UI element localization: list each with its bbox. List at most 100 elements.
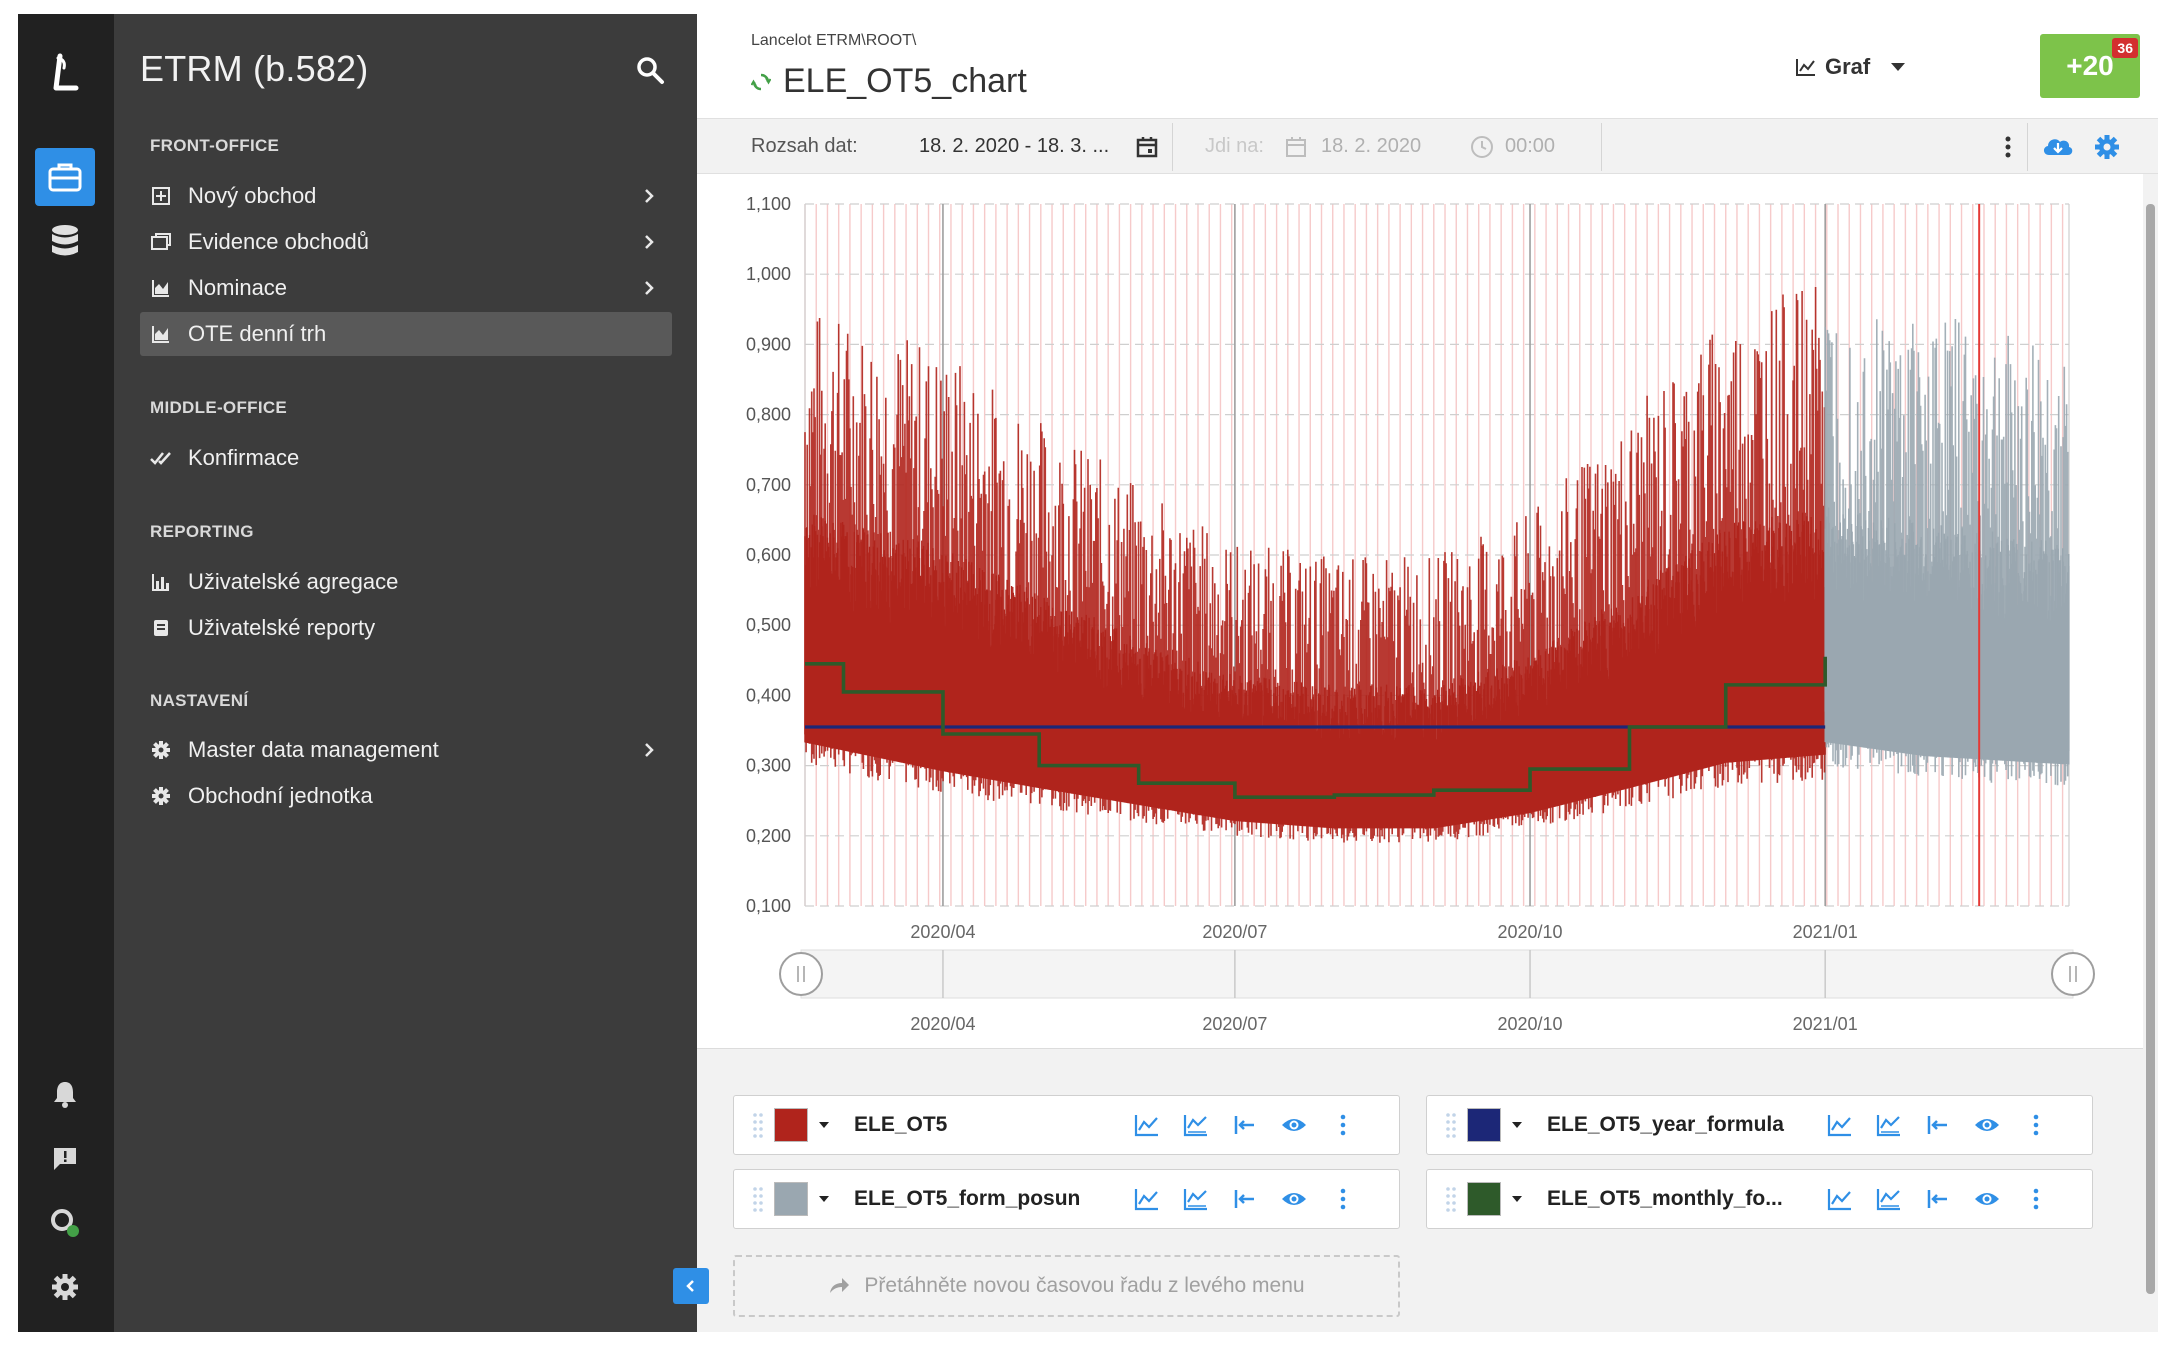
navigator-left-handle[interactable] — [779, 952, 823, 996]
menu-item-ote-denni-trh[interactable]: OTE denní trh — [140, 312, 672, 356]
rail-trading-button[interactable] — [35, 148, 95, 206]
add-series-label: +20 — [2066, 50, 2114, 81]
menu-item-evidence-obchodu[interactable]: Evidence obchodů — [140, 220, 672, 264]
rail-user-status-button[interactable] — [35, 1194, 95, 1252]
eye-icon[interactable] — [1972, 1184, 2002, 1214]
area-chart-icon — [150, 277, 172, 299]
menu-item-nominace[interactable]: Nominace — [140, 266, 672, 310]
gear-icon[interactable] — [2094, 134, 2120, 160]
rail-feedback-button[interactable] — [35, 1130, 95, 1188]
view-select[interactable]: Graf — [1795, 54, 1906, 80]
line-chart-icon[interactable] — [1825, 1184, 1855, 1214]
app-title: ETRM (b.582) — [140, 48, 369, 89]
gear-icon — [150, 739, 172, 761]
range-label: Rozsah dat: — [751, 135, 858, 157]
legend-actions — [1132, 1110, 1377, 1140]
more-vertical-icon[interactable] — [2021, 1110, 2051, 1140]
add-series-button[interactable]: +20 36 — [2040, 34, 2140, 98]
main-panel: Lancelot ETRM\ROOT\ ELE_OT5_chart Graf +… — [697, 14, 2158, 1332]
menu-item-novy-obchod[interactable]: Nový obchod — [140, 174, 672, 218]
color-swatch[interactable] — [1467, 1108, 1501, 1142]
y-tick-label: 0,700 — [746, 475, 791, 495]
goto-label: Jdi na: — [1205, 135, 1264, 157]
align-start-icon[interactable] — [1230, 1184, 1260, 1214]
menu-item-obchodni-jednotka[interactable]: Obchodní jednotka — [140, 774, 672, 818]
clock-icon[interactable] — [1470, 135, 1494, 159]
line-chart-icon[interactable] — [1132, 1184, 1162, 1214]
eye-icon[interactable] — [1972, 1110, 2002, 1140]
line-chart-alt-icon[interactable] — [1874, 1184, 1904, 1214]
goto-date[interactable]: 18. 2. 2020 — [1321, 135, 1421, 158]
calendar-icon[interactable] — [1135, 135, 1159, 159]
y-tick-label: 0,600 — [746, 545, 791, 565]
chart-area[interactable]: 0,100 0,200 0,300 0,400 0,500 0,600 0,700 0,800… — [697, 174, 2143, 1046]
align-start-icon[interactable] — [1923, 1110, 1953, 1140]
align-start-icon[interactable] — [1230, 1110, 1260, 1140]
y-tick-label: 0,800 — [746, 405, 791, 425]
database-icon — [52, 225, 78, 256]
gear-icon — [52, 1274, 78, 1300]
side-menu: ETRM (b.582) FRONT-OFFICE Nový obchod Ev… — [114, 14, 697, 1332]
drag-handle-icon[interactable] — [752, 1111, 764, 1139]
section-nastaveni: NASTAVENÍ — [150, 691, 249, 710]
caret-down-icon[interactable] — [818, 1193, 830, 1205]
legend-item-ele-ot5-form-posun[interactable]: ELE_OT5_form_posun — [733, 1169, 1400, 1229]
more-vertical-icon[interactable] — [1328, 1184, 1358, 1214]
more-vertical-icon[interactable] — [2003, 135, 2013, 159]
title-row: ELE_OT5_chart — [751, 62, 1027, 101]
line-chart-alt-icon[interactable] — [1874, 1110, 1904, 1140]
legend-item-ele-ot5-year-formula[interactable]: ELE_OT5_year_formula — [1426, 1095, 2093, 1155]
drag-handle-icon[interactable] — [1445, 1111, 1457, 1139]
line-chart-alt-icon[interactable] — [1181, 1184, 1211, 1214]
chevron-right-icon — [645, 189, 654, 203]
menu-item-uzivatelske-agregace[interactable]: Uživatelské agregace — [140, 560, 672, 604]
feedback-icon — [54, 1148, 76, 1170]
caret-down-icon — [1891, 63, 1906, 71]
drag-handle-icon[interactable] — [1445, 1185, 1457, 1213]
legend-item-ele-ot5[interactable]: ELE_OT5 — [733, 1095, 1400, 1155]
menu-item-master-data-management[interactable]: Master data management — [140, 728, 672, 772]
more-vertical-icon[interactable] — [1328, 1110, 1358, 1140]
section-reporting: REPORTING — [150, 522, 254, 541]
price-chart[interactable]: 0,100 0,200 0,300 0,400 0,500 0,600 0,700 0,800… — [697, 174, 2143, 1046]
collapse-menu-button[interactable] — [673, 1268, 709, 1304]
lancelot-logo-icon[interactable] — [46, 52, 86, 96]
search-icon[interactable] — [634, 54, 668, 88]
chart-toolbar: Rozsah dat: 18. 2. 2020 - 18. 3. ... Jdi… — [697, 118, 2158, 174]
line-chart-icon[interactable] — [1825, 1110, 1855, 1140]
color-swatch[interactable] — [1467, 1182, 1501, 1216]
menu-item-uzivatelske-reporty[interactable]: Uživatelské reporty — [140, 606, 672, 650]
application-window: ETRM (b.582) FRONT-OFFICE Nový obchod Ev… — [18, 14, 2158, 1332]
navigator-right-handle[interactable] — [2051, 952, 2095, 996]
caret-down-icon[interactable] — [1511, 1119, 1523, 1131]
caret-down-icon[interactable] — [1511, 1193, 1523, 1205]
range-value[interactable]: 18. 2. 2020 - 18. 3. ... — [919, 135, 1109, 158]
rail-alarm-button[interactable] — [35, 1064, 95, 1122]
caret-down-icon[interactable] — [818, 1119, 830, 1131]
line-chart-alt-icon[interactable] — [1181, 1110, 1211, 1140]
drop-zone-hint: Přetáhněte novou časovou řadu z levého m… — [864, 1274, 1305, 1297]
drag-handle-icon[interactable] — [752, 1185, 764, 1213]
menu-item-label: Master data management — [188, 737, 439, 762]
calendar-icon[interactable] — [1285, 136, 1307, 158]
breadcrumb[interactable]: Lancelot ETRM\ROOT\ — [751, 32, 916, 50]
align-start-icon[interactable] — [1923, 1184, 1953, 1214]
rail-settings-button[interactable] — [35, 1258, 95, 1316]
menu-item-konfirmace[interactable]: Konfirmace — [140, 436, 672, 480]
cloud-download-icon[interactable] — [2041, 133, 2075, 159]
color-swatch[interactable] — [774, 1108, 808, 1142]
scrollbar-thumb[interactable] — [2146, 204, 2155, 1294]
series-drop-zone[interactable]: Přetáhněte novou časovou řadu z levého m… — [733, 1255, 1400, 1317]
user-status-icon — [51, 1209, 79, 1237]
rail-database-button[interactable] — [35, 212, 95, 270]
y-tick-label: 0,400 — [746, 685, 791, 705]
line-chart-icon[interactable] — [1132, 1110, 1162, 1140]
legend-item-ele-ot5-monthly-formula[interactable]: ELE_OT5_monthly_fo... — [1426, 1169, 2093, 1229]
goto-time[interactable]: 00:00 — [1505, 135, 1555, 158]
sync-icon[interactable] — [751, 72, 771, 92]
eye-icon[interactable] — [1279, 1110, 1309, 1140]
eye-icon[interactable] — [1279, 1184, 1309, 1214]
more-vertical-icon[interactable] — [2021, 1184, 2051, 1214]
vertical-scrollbar[interactable] — [2143, 174, 2158, 1332]
color-swatch[interactable] — [774, 1182, 808, 1216]
